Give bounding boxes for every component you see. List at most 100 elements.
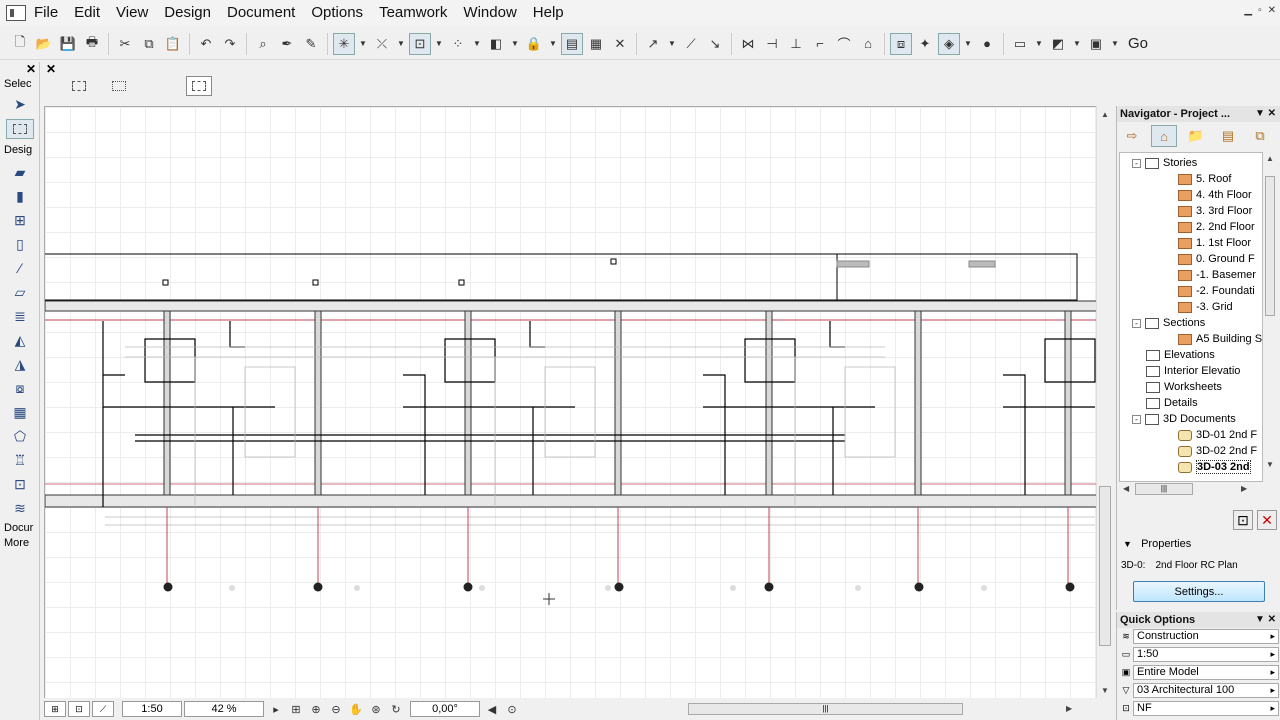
beam-tool-icon[interactable]: ⁄ [8, 258, 32, 278]
fillet-icon[interactable]: ⌒ [833, 33, 855, 55]
menu-view[interactable]: View [108, 1, 156, 25]
elevate-icon[interactable]: ⌂ [857, 33, 879, 55]
roof-tool-icon[interactable]: ◭ [8, 330, 32, 350]
window-icon[interactable]: ▣ [1085, 33, 1107, 55]
scroll-down-icon[interactable]: ▼ [1266, 460, 1274, 469]
scroll-right-icon[interactable]: ▶ [1066, 704, 1072, 713]
go-button[interactable]: Go [1128, 35, 1148, 52]
scale-field[interactable]: 1:50 [122, 701, 182, 717]
menu-help[interactable]: Help [525, 1, 572, 25]
adjust-icon[interactable]: ⊣ [761, 33, 783, 55]
menu-window[interactable]: Window [455, 1, 524, 25]
new-file-icon[interactable]: 🗋 [9, 33, 31, 55]
window-tool-icon[interactable]: ⊞ [8, 210, 32, 230]
cut-icon[interactable]: ✂ [114, 33, 136, 55]
tree-item[interactable]: A5 Building S [1178, 331, 1262, 347]
tree-item[interactable]: Worksheets [1146, 379, 1222, 395]
tree-item[interactable]: -1. Basemer [1178, 267, 1256, 283]
intersect-icon[interactable]: ⌐ [809, 33, 831, 55]
render-icon[interactable]: ✦ [914, 33, 936, 55]
delete-icon[interactable]: ✕ [1257, 510, 1277, 530]
camera-icon[interactable]: ◩ [1047, 33, 1069, 55]
drag-icon[interactable]: ↗ [642, 33, 664, 55]
chevron-down-icon[interactable]: ▼ [357, 33, 369, 55]
next-zoom-icon[interactable]: ⊙ [502, 701, 522, 717]
chevron-down-icon[interactable]: ▼ [433, 33, 445, 55]
syringe-icon[interactable]: ✎ [300, 33, 322, 55]
properties-header[interactable]: ▼ Properties [1123, 538, 1191, 550]
publisher-icon[interactable]: ⇨ [1119, 125, 1145, 147]
fit-window-icon[interactable]: ⊞ [286, 701, 306, 717]
stair-tool-icon[interactable]: ≣ [8, 306, 32, 326]
trace-icon[interactable]: ⤫ [371, 33, 393, 55]
snap-guides-icon[interactable]: ✳ [333, 32, 355, 55]
tree-item[interactable]: - Sections [1132, 315, 1205, 331]
chevron-down-icon[interactable]: ▼ [509, 33, 521, 55]
app-icon[interactable] [6, 5, 26, 21]
object-tool-icon[interactable]: ♖ [8, 450, 32, 470]
table-icon[interactable]: ▦ [585, 33, 607, 55]
tree-item[interactable]: Details [1146, 395, 1198, 411]
canvas-horizontal-scrollbar[interactable]: ||| ▶ [688, 702, 1078, 716]
tree-item[interactable]: 0. Ground F [1178, 251, 1255, 267]
close-icon[interactable]: ✕ [46, 62, 56, 76]
tree-item[interactable]: -3. Grid [1178, 299, 1233, 315]
tree-item[interactable]: 3D-03 2nd [1178, 459, 1251, 475]
redo-icon[interactable]: ↷ [219, 33, 241, 55]
layout-icon[interactable]: ▭ [1009, 33, 1031, 55]
wall-tool-icon[interactable]: ▰ [8, 162, 32, 182]
menu-teamwork[interactable]: Teamwork [371, 1, 455, 25]
project-map-icon[interactable]: ⌂ [1151, 125, 1177, 147]
project-map-tree[interactable]: - Stories 5. Roof 4. 4th Floor 3. 3rd Floor 2… [1119, 152, 1263, 482]
tree-item[interactable]: 5. Roof [1178, 171, 1231, 187]
chevron-down-icon[interactable]: ▼ [1033, 33, 1045, 55]
arrow-tool-icon[interactable]: ➤ [8, 94, 32, 114]
slab-tool-icon[interactable]: ▱ [8, 282, 32, 302]
renovation-filter-dropdown[interactable]: NF [1133, 700, 1279, 716]
stretch-icon[interactable]: ↘ [704, 33, 726, 55]
settings-button[interactable]: Settings... [1133, 581, 1265, 602]
print-icon[interactable]: 🖶 [81, 33, 103, 55]
undo-icon[interactable]: ↶ [195, 33, 217, 55]
suspend-groups-icon[interactable]: ⊡ [409, 32, 431, 55]
chart-icon[interactable]: ⟋ [92, 701, 114, 717]
scrollbar-thumb[interactable] [1265, 176, 1275, 316]
eyedropper-icon[interactable]: ✒ [276, 33, 298, 55]
model-view-icon[interactable]: ⧈ [890, 32, 912, 55]
pan-icon[interactable]: ✋ [346, 701, 366, 717]
tree-item[interactable]: Elevations [1146, 347, 1215, 363]
panel-controls[interactable]: ▼ ✕ [1255, 106, 1276, 122]
zoom-field[interactable]: 42 % [184, 701, 264, 717]
tree-item[interactable]: 4. 4th Floor [1178, 187, 1252, 203]
tree-item[interactable]: - Stories [1132, 155, 1197, 171]
curtain-wall-tool-icon[interactable]: ▦ [8, 402, 32, 422]
scroll-up-icon[interactable]: ▲ [1266, 154, 1274, 163]
angle-field[interactable]: 0,00° [410, 701, 480, 717]
view-map-icon[interactable]: 📁 [1183, 125, 1209, 147]
copy-icon[interactable]: ⧉ [138, 33, 160, 55]
tree-horizontal-scrollbar[interactable]: ◀ ||| ▶ [1119, 482, 1263, 496]
minimize-icon[interactable]: ▁ [1244, 5, 1252, 16]
floor-plan-canvas[interactable] [44, 106, 1096, 698]
structure-display-dropdown[interactable]: Construction [1133, 628, 1279, 644]
more-section-label[interactable]: More [4, 537, 29, 549]
column-tool-icon[interactable]: ▯ [8, 234, 32, 254]
tree-item[interactable]: - 3D Documents [1132, 411, 1236, 427]
chevron-down-icon[interactable]: ▼ [666, 33, 678, 55]
marquee-all-floors-icon[interactable] [106, 76, 132, 96]
close-icon[interactable]: ✕ [1268, 5, 1276, 16]
new-view-icon[interactable]: ⊡ [1233, 510, 1253, 530]
collapse-icon[interactable]: - [1132, 414, 1141, 424]
layout-book-icon[interactable]: ▤ [1215, 125, 1241, 147]
tree-item[interactable]: -2. Foundati [1178, 283, 1255, 299]
split-icon[interactable]: ⋈ [737, 33, 759, 55]
layers-tool-icon[interactable]: ≋ [8, 498, 32, 518]
chevron-down-icon[interactable]: ▼ [547, 33, 559, 55]
marquee-tool-icon[interactable] [6, 119, 34, 139]
chevron-down-icon[interactable]: ▼ [471, 33, 483, 55]
door-tool-icon[interactable]: ▮ [8, 186, 32, 206]
mesh-tool-icon[interactable]: ⧇ [8, 378, 32, 398]
model-view-dropdown[interactable]: Entire Model [1133, 664, 1279, 680]
offset-icon[interactable]: ⟋ [680, 33, 702, 55]
zoom-menu-icon[interactable]: ▸ [266, 701, 286, 717]
